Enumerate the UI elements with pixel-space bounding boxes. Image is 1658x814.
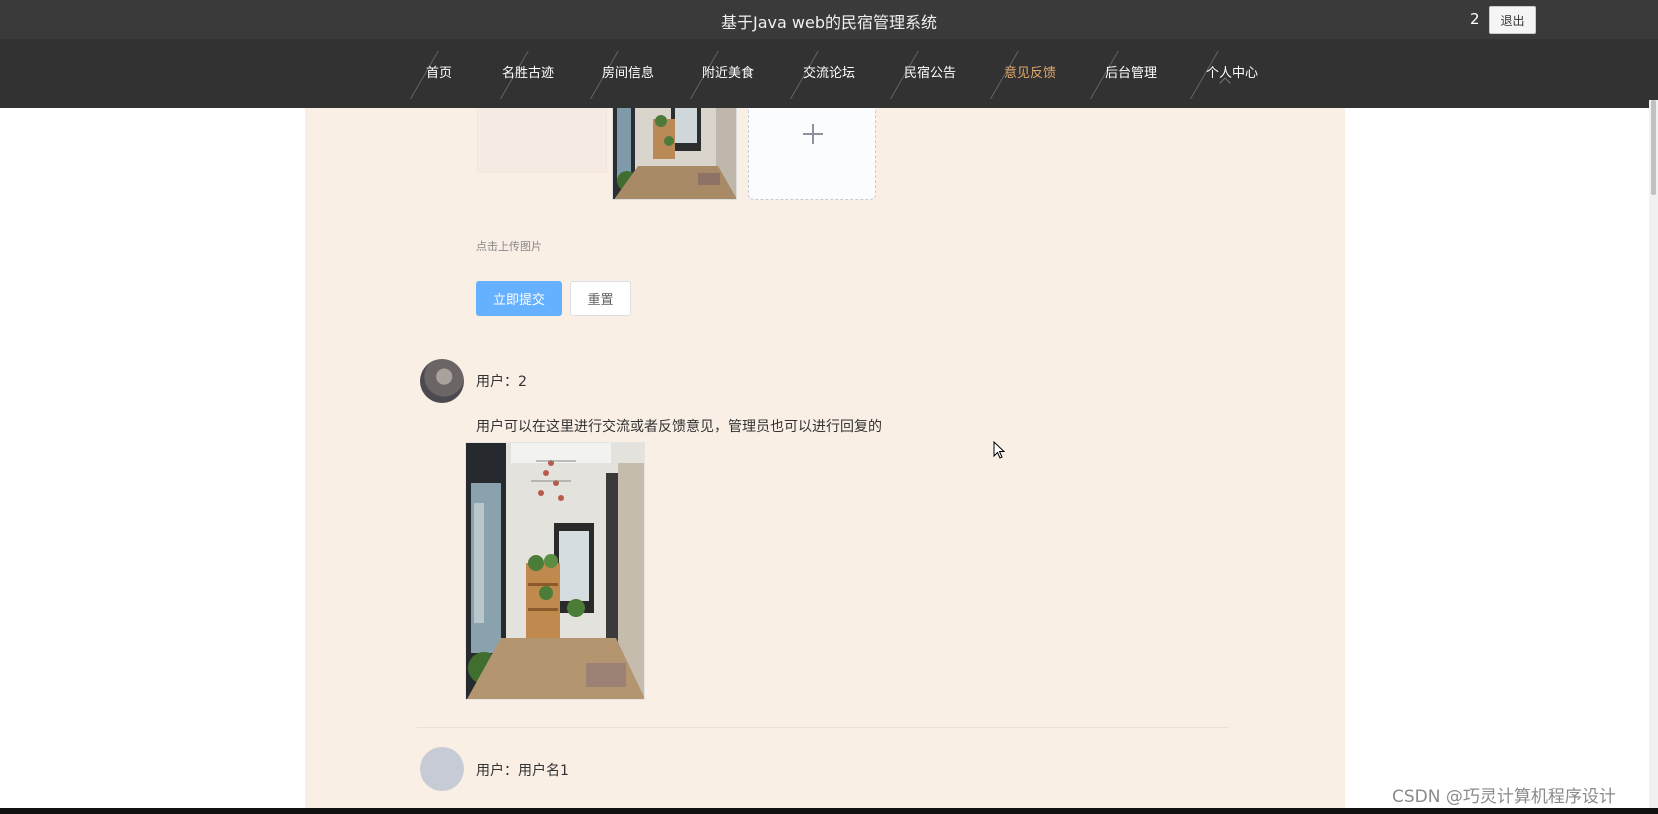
nav-item-notices[interactable]: 民宿公告 [880,39,980,108]
comment-user: 用户：2 [476,374,527,390]
page-title: 基于Java web的民宿管理系统 [721,13,937,32]
comment-image[interactable] [465,442,645,700]
scrollbar[interactable] [1649,100,1658,814]
upload-tip: 点击上传图片 [476,240,542,253]
bottom-strip [0,808,1658,814]
main-content: 图片 点击上传图片 立即提交 重置 [305,0,1345,814]
scrollbar-thumb[interactable] [1651,100,1656,195]
nav-item-scenic-spots[interactable]: 名胜古迹 [478,39,578,108]
nav-item-home[interactable]: 首页 [389,39,489,108]
reset-button[interactable]: 重置 [570,281,631,316]
submit-button[interactable]: 立即提交 [476,281,562,316]
logout-button[interactable]: 退出 [1489,6,1536,34]
current-user-id: 2 [1470,10,1480,28]
nav-item-feedback[interactable]: 意见反馈 [980,39,1080,108]
main-nav: 首页 名胜古迹 房间信息 附近美食 交流论坛 民宿公告 意见反馈 后台管理 个人… [0,39,1658,108]
nav-item-food[interactable]: 附近美食 [678,39,778,108]
nav-item-rooms[interactable]: 房间信息 [578,39,678,108]
comment-user: 用户：用户名1 [476,763,569,779]
nav-item-admin[interactable]: 后台管理 [1081,39,1181,108]
avatar [420,359,464,403]
mouse-cursor-icon [993,441,1005,459]
nav-item-forum[interactable]: 交流论坛 [779,39,879,108]
watermark: CSDN @巧灵计算机程序设计 [1392,787,1616,807]
avatar [420,747,464,791]
comment-text: 用户可以在这里进行交流或者反馈意见，管理员也可以进行回复的 [476,419,882,435]
top-bar: 基于Java web的民宿管理系统 2 退出 [0,0,1658,39]
nav-item-profile[interactable]: 个人中心 [1182,39,1282,108]
comment-divider [417,727,1229,728]
